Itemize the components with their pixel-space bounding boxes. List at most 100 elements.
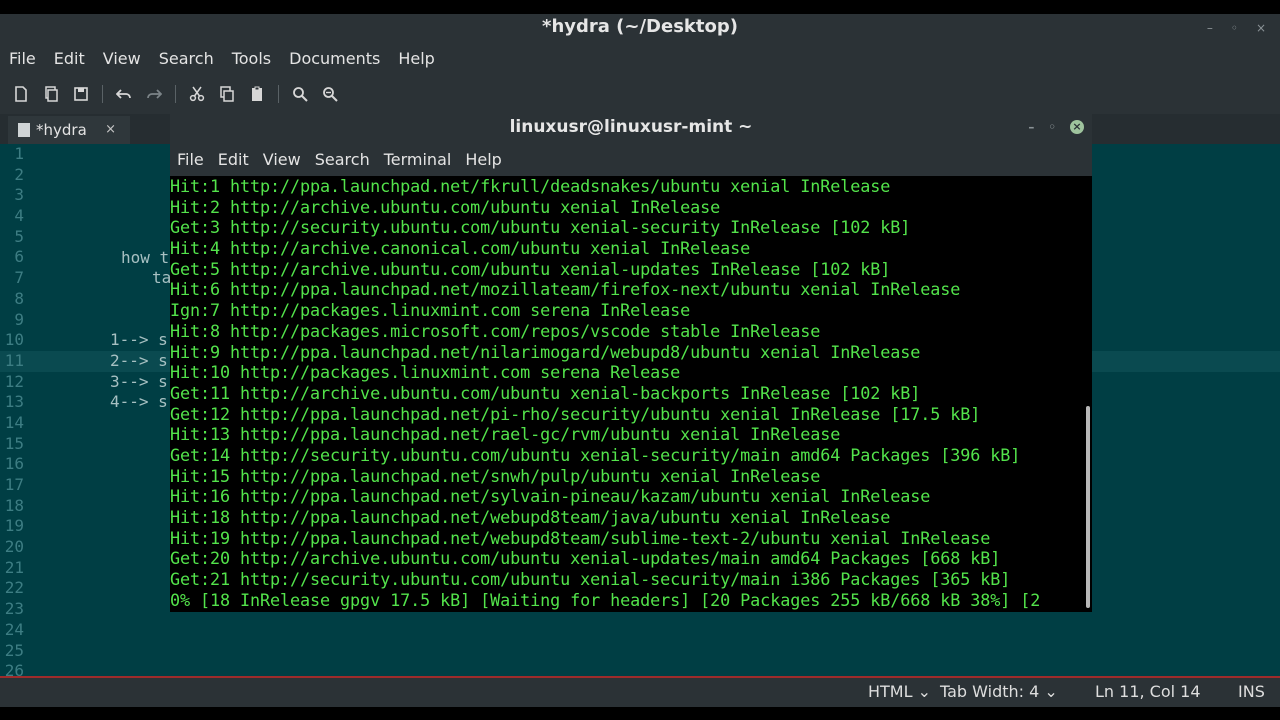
minimize-icon[interactable]: –: [1028, 112, 1034, 142]
line-number: 1: [14, 144, 24, 163]
find-icon[interactable]: [285, 81, 315, 107]
terminal-line: Get:12 http://ppa.launchpad.net/pi-rho/s…: [170, 403, 981, 424]
toolbar-separator: [102, 85, 103, 103]
gedit-title: *hydra (~/Desktop): [542, 16, 738, 37]
line-number: 21: [4, 557, 24, 577]
terminal-menu-help[interactable]: Help: [458, 144, 508, 176]
terminal-window-controls: – ◦ ×: [1028, 112, 1084, 142]
line-number: 15: [4, 433, 24, 453]
redo-icon[interactable]: [139, 81, 169, 107]
toolbar-separator: [175, 85, 176, 103]
terminal-menu-file[interactable]: File: [170, 144, 211, 176]
screen-top-bar: [0, 0, 1280, 14]
restore-icon[interactable]: ◦: [1048, 112, 1056, 142]
tab-width-selector[interactable]: Tab Width: 4 ⌄: [940, 678, 1058, 706]
line-number: 19: [4, 516, 24, 536]
line-number: 8: [14, 288, 24, 308]
line-number: 5: [14, 226, 24, 246]
code-line: 1--> s: [110, 330, 168, 350]
line-number: 23: [4, 599, 24, 619]
code-line: ta: [152, 268, 172, 288]
tab-hydra[interactable]: *hydra ×: [8, 116, 130, 144]
cursor-position: Ln 11, Col 14: [1095, 682, 1201, 701]
line-number: 3: [14, 185, 24, 205]
line-number: 13: [4, 392, 24, 412]
line-number-gutter: 1 2 3 4 5 6 7 8 9 10 11 12 13 14 15 16 1…: [0, 144, 30, 676]
terminal-menu-search[interactable]: Search: [308, 144, 377, 176]
copy-icon[interactable]: [212, 81, 242, 107]
terminal-menu-edit[interactable]: Edit: [211, 144, 256, 176]
save-icon[interactable]: [66, 81, 96, 107]
line-number: 4: [14, 206, 24, 226]
terminal-line: Ign:7 http://packages.linuxmint.com sere…: [170, 300, 691, 321]
undo-icon[interactable]: [109, 81, 139, 107]
line-number: 11: [4, 350, 24, 370]
menu-help[interactable]: Help: [389, 46, 443, 72]
line-number: 26: [4, 661, 24, 676]
line-number: 20: [4, 537, 24, 557]
terminal-menubar: File Edit View Search Terminal Help: [170, 144, 1092, 176]
menu-search[interactable]: Search: [150, 46, 223, 72]
terminal-line: Hit:19 http://ppa.launchpad.net/webupd8t…: [170, 527, 991, 548]
terminal-line: 0% [18 InRelease gpgv 17.5 kB] [Waiting …: [170, 589, 1041, 610]
chevron-down-icon: ⌄: [917, 682, 932, 701]
terminal-line: Hit:16 http://ppa.launchpad.net/sylvain-…: [170, 486, 931, 507]
line-number: 16: [4, 454, 24, 474]
terminal-line: Hit:4 http://archive.canonical.com/ubunt…: [170, 238, 751, 259]
line-number: 9: [14, 309, 24, 329]
terminal-line: Hit:2 http://archive.ubuntu.com/ubuntu x…: [170, 196, 721, 217]
terminal-line: Get:21 http://security.ubuntu.com/ubuntu…: [170, 569, 1011, 590]
language-selector[interactable]: HTML ⌄: [868, 678, 931, 706]
line-number: 17: [4, 475, 24, 494]
terminal-title-text: linuxusr@linuxusr-mint ~: [509, 117, 753, 137]
line-number: 18: [4, 495, 24, 515]
new-document-icon[interactable]: [6, 81, 36, 107]
minimize-icon[interactable]: –: [1207, 21, 1213, 35]
tab-close-icon[interactable]: ×: [105, 116, 116, 144]
terminal-scrollbar[interactable]: [1086, 406, 1090, 608]
menu-view[interactable]: View: [94, 46, 150, 72]
document-icon: [18, 123, 30, 137]
terminal-window: linuxusr@linuxusr-mint ~ – ◦ × File Edit…: [170, 112, 1092, 612]
screen-bottom-bar: [0, 707, 1280, 720]
terminal-line: Get:5 http://archive.ubuntu.com/ubuntu x…: [170, 258, 891, 279]
chevron-down-icon: ⌄: [1044, 682, 1058, 701]
code-line: how t: [121, 247, 170, 267]
terminal-output[interactable]: Hit:1 http://ppa.launchpad.net/fkrull/de…: [170, 176, 1084, 612]
maximize-icon[interactable]: ◦: [1231, 21, 1238, 35]
terminal-line: Get:14 http://security.ubuntu.com/ubuntu…: [170, 444, 1021, 465]
terminal-line: Hit:18 http://ppa.launchpad.net/webupd8t…: [170, 507, 891, 527]
gedit-window-controls: – ◦ ×: [1207, 14, 1266, 42]
terminal-menu-terminal[interactable]: Terminal: [377, 144, 459, 176]
toolbar-separator: [278, 85, 279, 103]
terminal-line: Hit:8 http://packages.microsoft.com/repo…: [170, 320, 821, 341]
line-number: 25: [4, 640, 24, 660]
status-bar: HTML ⌄ Tab Width: 4 ⌄ Ln 11, Col 14 INS: [0, 678, 1280, 706]
terminal-line: Hit:10 http://packages.linuxmint.com ser…: [170, 362, 681, 383]
menu-documents[interactable]: Documents: [280, 46, 389, 72]
cut-icon[interactable]: [182, 81, 212, 107]
terminal-title: linuxusr@linuxusr-mint ~ – ◦ ×: [170, 112, 1092, 144]
line-number: 10: [4, 330, 24, 350]
gedit-menubar: File Edit View Search Tools Documents He…: [0, 46, 444, 72]
open-icon[interactable]: [36, 81, 66, 107]
terminal-line: Get:20 http://archive.ubuntu.com/ubuntu …: [170, 548, 1001, 569]
terminal-line: Hit:9 http://ppa.launchpad.net/nilarimog…: [170, 341, 921, 362]
insert-mode: INS: [1238, 682, 1265, 701]
menu-tools[interactable]: Tools: [223, 46, 280, 72]
line-number: 22: [4, 578, 24, 598]
paste-icon[interactable]: [242, 81, 272, 107]
menu-edit[interactable]: Edit: [45, 46, 94, 72]
line-number: 14: [4, 412, 24, 432]
terminal-menu-view[interactable]: View: [256, 144, 308, 176]
tab-label: *hydra: [36, 121, 87, 139]
find-replace-icon[interactable]: [315, 81, 345, 107]
code-line: 2--> s: [110, 351, 168, 370]
language-label: HTML: [868, 682, 913, 701]
close-icon[interactable]: ×: [1070, 120, 1084, 134]
close-icon[interactable]: ×: [1256, 21, 1266, 35]
code-line: 4--> s: [110, 392, 168, 412]
terminal-line: Hit:13 http://ppa.launchpad.net/rael-gc/…: [170, 424, 841, 445]
line-number: 6: [14, 247, 24, 267]
menu-file[interactable]: File: [0, 46, 45, 72]
